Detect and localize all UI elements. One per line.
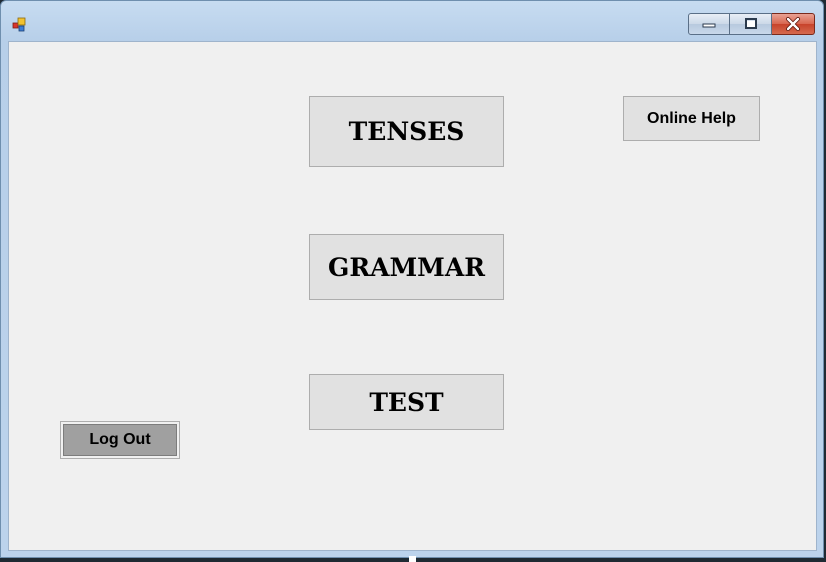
close-button[interactable] — [772, 13, 815, 35]
app-window: TENSES GRAMMAR TEST Online Help Log Out — [0, 0, 824, 558]
minimize-button[interactable] — [688, 13, 730, 35]
log-out-button-face: Log Out — [63, 424, 177, 456]
tenses-button-label: TENSES — [348, 117, 465, 146]
online-help-button[interactable]: Online Help — [623, 96, 760, 141]
grammar-button-label: GRAMMAR — [327, 252, 486, 282]
close-icon — [786, 17, 800, 31]
tenses-button[interactable]: TENSES — [309, 96, 504, 167]
app-window-icon[interactable] — [12, 16, 28, 32]
title-bar[interactable] — [1, 1, 823, 41]
test-button[interactable]: TEST — [309, 374, 504, 430]
resize-handle[interactable] — [409, 556, 416, 562]
online-help-button-label: Online Help — [647, 109, 736, 127]
test-button-label: TEST — [369, 387, 444, 417]
maximize-icon — [744, 18, 757, 29]
minimize-icon — [702, 23, 716, 28]
maximize-button[interactable] — [730, 13, 772, 35]
caption-buttons — [688, 13, 815, 35]
client-area: TENSES GRAMMAR TEST Online Help Log Out — [8, 41, 817, 551]
grammar-button[interactable]: GRAMMAR — [309, 234, 504, 300]
log-out-button[interactable]: Log Out — [60, 421, 180, 459]
log-out-button-label: Log Out — [89, 431, 151, 448]
